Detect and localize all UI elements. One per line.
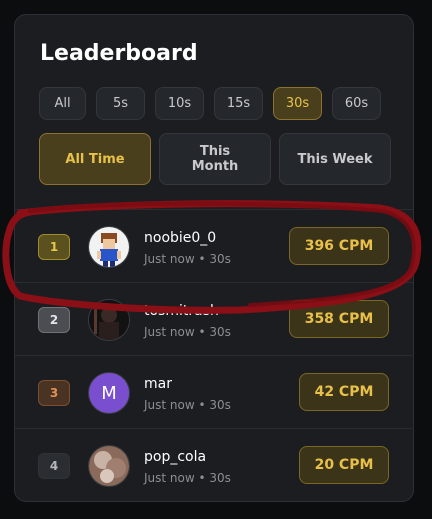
avatar bbox=[88, 445, 130, 487]
player-name: mar bbox=[144, 376, 172, 392]
leaderboard-row[interactable]: 3 M mar Just now • 30s 42 CPM bbox=[15, 355, 413, 428]
cpm-badge: 42 CPM bbox=[299, 373, 389, 411]
duration-10s-button[interactable]: 10s bbox=[155, 87, 204, 120]
rank-badge: 4 bbox=[38, 453, 70, 479]
entry-timestamp: Just now • 30s bbox=[144, 252, 231, 266]
duration-15s-button[interactable]: 15s bbox=[214, 87, 263, 120]
player-name: pop_cola bbox=[144, 449, 207, 465]
duration-all-button[interactable]: All bbox=[39, 87, 86, 120]
avatar: M bbox=[88, 372, 130, 414]
duration-30s-button[interactable]: 30s bbox=[273, 87, 322, 120]
avatar bbox=[88, 299, 130, 341]
entry-timestamp: Just now • 30s bbox=[144, 325, 231, 339]
period-this-week-button[interactable]: This Week bbox=[279, 133, 391, 185]
period-all-time-button[interactable]: All Time bbox=[39, 133, 151, 185]
entry-timestamp: Just now • 30s bbox=[144, 471, 231, 485]
cpm-badge: 358 CPM bbox=[289, 300, 389, 338]
duration-60s-button[interactable]: 60s bbox=[332, 87, 381, 120]
entry-timestamp: Just now • 30s bbox=[144, 398, 231, 412]
leaderboard-row[interactable]: 1 noobie0_0 Just now • 30s 396 CPM bbox=[15, 209, 413, 282]
rank-badge: 1 bbox=[38, 234, 70, 260]
leaderboard-row[interactable]: 4 pop_cola Just now • 30s 20 CPM bbox=[15, 428, 413, 501]
cpm-badge: 20 CPM bbox=[299, 446, 389, 484]
period-filter-group: All Time This Month This Week bbox=[39, 133, 391, 185]
rank-badge: 3 bbox=[38, 380, 70, 406]
player-name: noobie0_0 bbox=[144, 230, 217, 246]
player-name: tosmitrash bbox=[144, 303, 219, 319]
leaderboard-row[interactable]: 2 tosmitrash Just now • 30s 358 CPM bbox=[15, 282, 413, 355]
leaderboard-panel: Leaderboard All 5s 10s 15s 30s 60s All T… bbox=[14, 14, 414, 502]
avatar bbox=[88, 226, 130, 268]
rank-badge: 2 bbox=[38, 307, 70, 333]
cpm-badge: 396 CPM bbox=[289, 227, 389, 265]
period-this-month-button[interactable]: This Month bbox=[159, 133, 271, 185]
leaderboard-title: Leaderboard bbox=[40, 41, 198, 66]
duration-filter-group: All 5s 10s 15s 30s 60s bbox=[39, 87, 381, 120]
duration-5s-button[interactable]: 5s bbox=[96, 87, 145, 120]
